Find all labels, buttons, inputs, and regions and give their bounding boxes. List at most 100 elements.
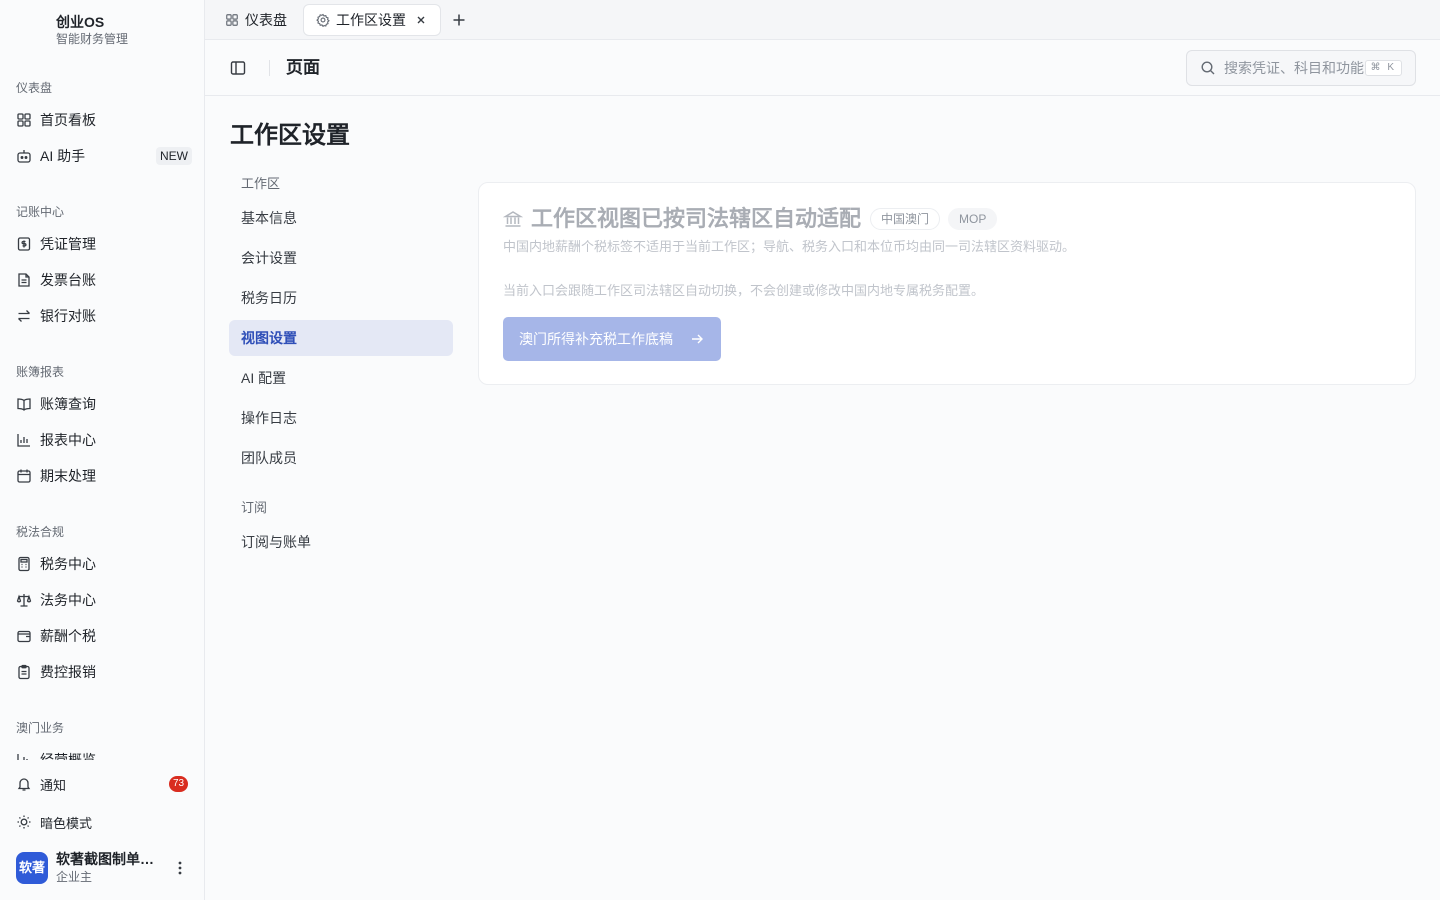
sidebar: 创业OS 智能财务管理 仪表盘 首页看板 AI 助手 NEW 记账中心 凭证管理… bbox=[0, 0, 205, 900]
nav-group-label-dashboard: 仪表盘 bbox=[16, 81, 53, 95]
gear-icon bbox=[316, 13, 330, 27]
avatar: 软著 bbox=[16, 852, 48, 884]
jurisdiction-notice-card: 工作区视图已按司法辖区自动适配 中国澳门 MOP 中国内地薪酬个税标签不适用于当… bbox=[478, 182, 1416, 385]
search-icon bbox=[1200, 60, 1216, 76]
currency-tag: MOP bbox=[948, 208, 998, 230]
calculator-icon bbox=[16, 556, 32, 572]
page-header: 页面 ⌘ K bbox=[205, 40, 1440, 96]
sidebar-item-label: 经营概览 bbox=[40, 752, 96, 760]
button-label: 澳门所得补充税工作底稿 bbox=[519, 331, 673, 347]
sidebar-item-invoices[interactable]: 发票台账 bbox=[8, 264, 196, 296]
layout-grid-icon bbox=[16, 112, 32, 128]
sidebar-item-label: 税务中心 bbox=[40, 556, 96, 572]
subnav-basic-info[interactable]: 基本信息 bbox=[229, 200, 453, 236]
card-description: 中国内地薪酬个税标签不适用于当前工作区；导航、税务入口和本位币均由同一司法辖区资… bbox=[503, 239, 1076, 254]
sidebar-item-label: 薪酬个税 bbox=[40, 628, 96, 644]
subnav-tax-calendar[interactable]: 税务日历 bbox=[229, 280, 453, 316]
sidebar-item-label: 凭证管理 bbox=[40, 236, 96, 252]
tab-dashboard[interactable]: 仪表盘 bbox=[213, 4, 299, 36]
nav-group-label-ledgers: 账簿报表 bbox=[16, 365, 65, 379]
breadcrumb: 页面 bbox=[286, 58, 320, 77]
notification-count-badge: 73 bbox=[169, 776, 188, 792]
arrow-right-icon bbox=[689, 331, 705, 347]
subnav-view-settings[interactable]: 视图设置 bbox=[229, 320, 453, 356]
sidebar-nav[interactable]: 仪表盘 首页看板 AI 助手 NEW 记账中心 凭证管理 发票台账 银行对账 账… bbox=[0, 70, 204, 760]
sidebar-item-period-close[interactable]: 期末处理 bbox=[8, 460, 196, 492]
card-title: 工作区视图已按司法辖区自动适配 bbox=[531, 206, 862, 231]
subnav-group-workspace: 工作区 bbox=[241, 176, 281, 191]
bar-chart-icon bbox=[16, 432, 32, 448]
card-header: 工作区视图已按司法辖区自动适配 中国澳门 MOP bbox=[503, 205, 998, 233]
page-title: 工作区设置 bbox=[230, 122, 350, 149]
sidebar-item-home-board[interactable]: 首页看板 bbox=[8, 104, 196, 136]
search-box[interactable]: ⌘ K bbox=[1186, 50, 1416, 86]
sidebar-item-label: 法务中心 bbox=[40, 592, 96, 608]
sidebar-item-tax-center[interactable]: 税务中心 bbox=[8, 548, 196, 580]
macau-tax-worksheet-button[interactable]: 澳门所得补充税工作底稿 bbox=[503, 317, 721, 361]
sidebar-item-label: 报表中心 bbox=[40, 432, 96, 448]
clipboard-icon bbox=[16, 664, 32, 680]
sidebar-item-ledger-query[interactable]: 账簿查询 bbox=[8, 388, 196, 420]
scale-icon bbox=[16, 592, 32, 608]
app-name: 创业OS bbox=[56, 14, 105, 30]
add-tab-button[interactable] bbox=[449, 10, 469, 30]
jurisdiction-tag: 中国澳门 bbox=[870, 208, 941, 230]
nav-group-label-compliance: 税法合规 bbox=[16, 525, 65, 539]
dark-mode-label: 暗色模式 bbox=[40, 815, 93, 831]
panel-left-icon bbox=[230, 61, 246, 75]
bank-icon bbox=[503, 209, 523, 229]
sidebar-item-label: 首页看板 bbox=[40, 112, 96, 128]
sidebar-item-ai-assistant[interactable]: AI 助手 NEW bbox=[8, 140, 196, 172]
sidebar-toggle-button[interactable] bbox=[229, 59, 247, 77]
search-shortcut-hint: ⌘ K bbox=[1364, 60, 1402, 76]
close-icon[interactable] bbox=[414, 13, 428, 27]
nav-group-label-macau: 澳门业务 bbox=[16, 721, 65, 735]
nav-group-label-bookkeeping: 记账中心 bbox=[16, 205, 65, 219]
card-note: 当前入口会跟随工作区司法辖区自动切换，不会创建或修改中国内地专属税务配置。 bbox=[503, 283, 985, 298]
wallet-icon bbox=[16, 628, 32, 644]
tab-label: 工作区设置 bbox=[336, 12, 406, 28]
bell-icon bbox=[16, 776, 32, 792]
sidebar-item-label: 费控报销 bbox=[40, 664, 96, 680]
notifications-button[interactable]: 通知 73 bbox=[8, 768, 196, 800]
sidebar-item-vouchers[interactable]: 凭证管理 bbox=[8, 228, 196, 260]
search-input[interactable] bbox=[1224, 60, 1374, 76]
dark-mode-toggle[interactable]: 暗色模式 bbox=[8, 806, 196, 838]
sidebar-item-label: 银行对账 bbox=[40, 308, 96, 324]
sidebar-item-label: 期末处理 bbox=[40, 468, 96, 484]
tab-bar: 仪表盘 工作区设置 bbox=[205, 0, 1440, 40]
subnav-activity-log[interactable]: 操作日志 bbox=[229, 400, 453, 436]
sidebar-item-legal-center[interactable]: 法务中心 bbox=[8, 584, 196, 616]
bot-icon bbox=[16, 148, 32, 164]
brand[interactable]: 创业OS 智能财务管理 bbox=[56, 13, 128, 48]
header-divider bbox=[269, 60, 270, 76]
subnav-subscription-billing[interactable]: 订阅与账单 bbox=[229, 524, 453, 560]
subnav-ai-config[interactable]: AI 配置 bbox=[229, 360, 453, 396]
user-card[interactable]: 软著 软著截图制单账户 企业主 bbox=[16, 851, 196, 885]
arrows-exchange-icon bbox=[16, 308, 32, 324]
book-open-icon bbox=[16, 396, 32, 412]
calendar-icon bbox=[16, 468, 32, 484]
sidebar-item-payroll-tax[interactable]: 薪酬个税 bbox=[8, 620, 196, 652]
file-text-icon bbox=[16, 272, 32, 288]
layout-grid-icon bbox=[225, 13, 239, 27]
sidebar-item-business-overview[interactable]: 经营概览 bbox=[8, 744, 196, 760]
bar-chart-icon bbox=[16, 752, 32, 760]
tab-label: 仪表盘 bbox=[245, 12, 287, 28]
subnav-accounting-settings[interactable]: 会计设置 bbox=[229, 240, 453, 276]
sidebar-item-label: AI 助手 bbox=[40, 148, 86, 164]
sidebar-item-label: 账簿查询 bbox=[40, 396, 96, 412]
subnav-team-members[interactable]: 团队成员 bbox=[229, 440, 453, 476]
sidebar-item-bank-reconciliation[interactable]: 银行对账 bbox=[8, 300, 196, 332]
subnav-group-subscription: 订阅 bbox=[241, 500, 268, 515]
user-name: 软著截图制单账户 bbox=[56, 851, 166, 867]
sidebar-item-report-center[interactable]: 报表中心 bbox=[8, 424, 196, 456]
tab-workspace-settings[interactable]: 工作区设置 bbox=[303, 4, 441, 36]
app-subtitle: 智能财务管理 bbox=[56, 32, 129, 46]
sidebar-item-expense-control[interactable]: 费控报销 bbox=[8, 656, 196, 688]
sun-icon bbox=[16, 814, 32, 830]
user-role: 企业主 bbox=[56, 870, 93, 884]
sidebar-item-label: 发票台账 bbox=[40, 272, 96, 288]
more-vertical-icon[interactable] bbox=[170, 855, 190, 881]
receipt-icon bbox=[16, 236, 32, 252]
